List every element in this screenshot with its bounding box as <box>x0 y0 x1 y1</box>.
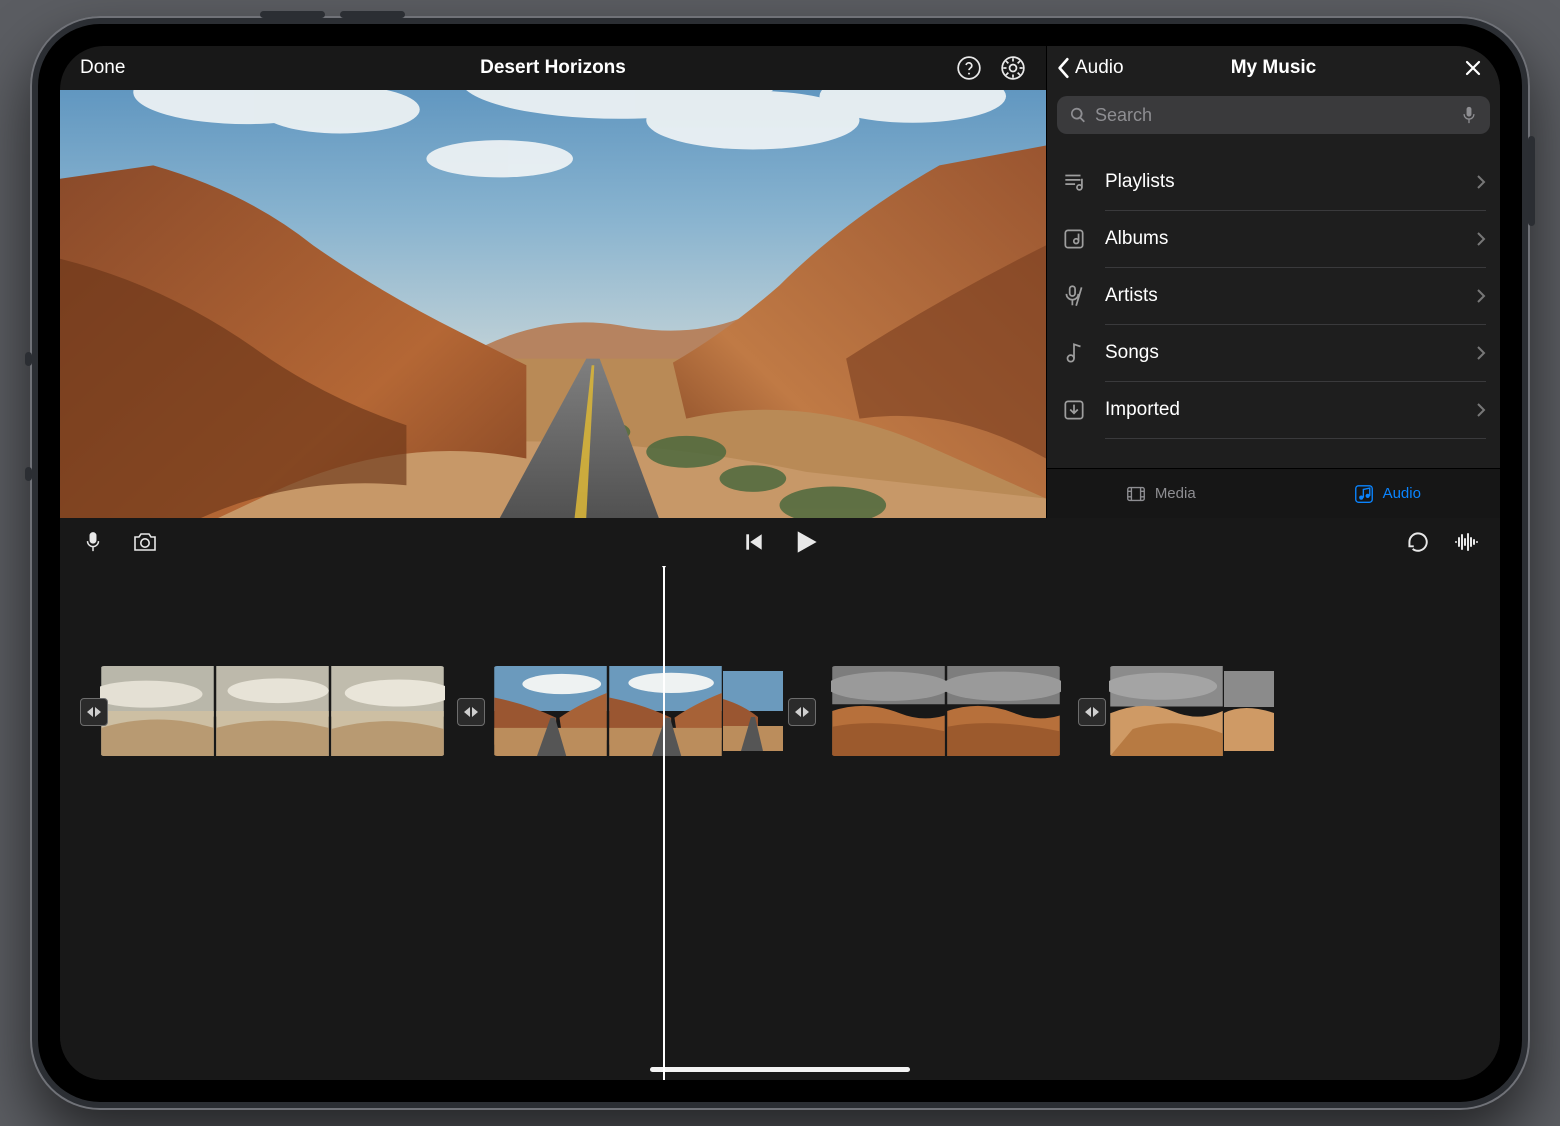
panel-back-label: Audio <box>1075 57 1124 79</box>
ipad-frame: Done Desert Horizons <box>30 16 1530 1110</box>
gear-icon[interactable] <box>1000 55 1026 81</box>
camera-icon[interactable] <box>132 529 158 555</box>
done-button[interactable]: Done <box>80 57 125 79</box>
help-icon[interactable] <box>956 55 982 81</box>
transition-marker[interactable] <box>788 698 816 726</box>
ipad-bezel: Done Desert Horizons <box>38 24 1522 1102</box>
list-label: Albums <box>1105 228 1168 250</box>
chevron-right-icon <box>1476 231 1486 247</box>
previous-icon[interactable] <box>741 529 767 555</box>
imported-icon <box>1061 397 1087 423</box>
list-label: Imported <box>1105 399 1180 421</box>
tab-media[interactable]: Media <box>1047 469 1274 518</box>
panel-tabs: Media Audio <box>1047 468 1500 518</box>
search-input[interactable] <box>1095 105 1452 126</box>
hardware-volume-up <box>260 11 325 18</box>
video-preview[interactable] <box>60 90 1046 518</box>
search-icon <box>1069 106 1087 124</box>
clip-4[interactable] <box>1109 666 1274 756</box>
play-icon[interactable] <box>793 529 819 555</box>
audio-panel: Audio My Music <box>1046 46 1500 518</box>
clip-2[interactable] <box>493 666 783 756</box>
album-icon <box>1061 226 1087 252</box>
hardware-volume-down <box>340 11 405 18</box>
clip-3[interactable] <box>831 666 1061 756</box>
hardware-power <box>1528 136 1535 226</box>
chevron-right-icon <box>1476 402 1486 418</box>
panel-header: Audio My Music <box>1047 46 1500 90</box>
clip-1[interactable] <box>100 666 445 756</box>
play-controls <box>60 518 1500 566</box>
project-title: Desert Horizons <box>480 57 626 79</box>
preview-area: Done Desert Horizons <box>60 46 1046 518</box>
list-row-albums[interactable]: Albums <box>1047 211 1500 267</box>
panel-back-button[interactable]: Audio <box>1047 57 1124 79</box>
audio-icon <box>1353 483 1375 505</box>
list-label: Playlists <box>1105 171 1175 193</box>
screen: Done Desert Horizons <box>60 46 1500 1080</box>
transition-marker[interactable] <box>1078 698 1106 726</box>
chevron-right-icon <box>1476 345 1486 361</box>
waveform-icon[interactable] <box>1454 529 1480 555</box>
chevron-right-icon <box>1476 288 1486 304</box>
hardware-smart-connector <box>25 467 32 481</box>
list-row-songs[interactable]: Songs <box>1047 325 1500 381</box>
tab-audio-label: Audio <box>1383 485 1421 502</box>
transition-marker[interactable] <box>80 698 108 726</box>
microphone-icon[interactable] <box>80 529 106 555</box>
timeline[interactable] <box>60 566 1500 1080</box>
home-indicator[interactable] <box>650 1067 910 1072</box>
list-label: Artists <box>1105 285 1158 307</box>
list-label: Songs <box>1105 342 1159 364</box>
hardware-smart-connector <box>25 352 32 366</box>
upper-section: Done Desert Horizons <box>60 46 1500 518</box>
transition-marker[interactable] <box>457 698 485 726</box>
search-field[interactable] <box>1057 96 1490 134</box>
film-icon <box>1125 483 1147 505</box>
list-row-artists[interactable]: Artists <box>1047 268 1500 324</box>
timeline-section <box>60 518 1500 1080</box>
tab-audio[interactable]: Audio <box>1274 469 1501 518</box>
list-row-imported[interactable]: Imported <box>1047 382 1500 438</box>
chevron-right-icon <box>1476 174 1486 190</box>
microphone-icon[interactable] <box>1460 106 1478 124</box>
panel-title: My Music <box>1231 57 1317 79</box>
playlist-icon <box>1061 169 1087 195</box>
undo-icon[interactable] <box>1404 529 1430 555</box>
preview-toolbar: Done Desert Horizons <box>60 46 1046 90</box>
tab-media-label: Media <box>1155 485 1196 502</box>
list-row-playlists[interactable]: Playlists <box>1047 154 1500 210</box>
playhead[interactable] <box>663 566 665 1080</box>
song-icon <box>1061 340 1087 366</box>
close-icon[interactable] <box>1464 59 1500 77</box>
artist-icon <box>1061 283 1087 309</box>
music-categories-list: Playlists Albums <box>1047 154 1500 468</box>
